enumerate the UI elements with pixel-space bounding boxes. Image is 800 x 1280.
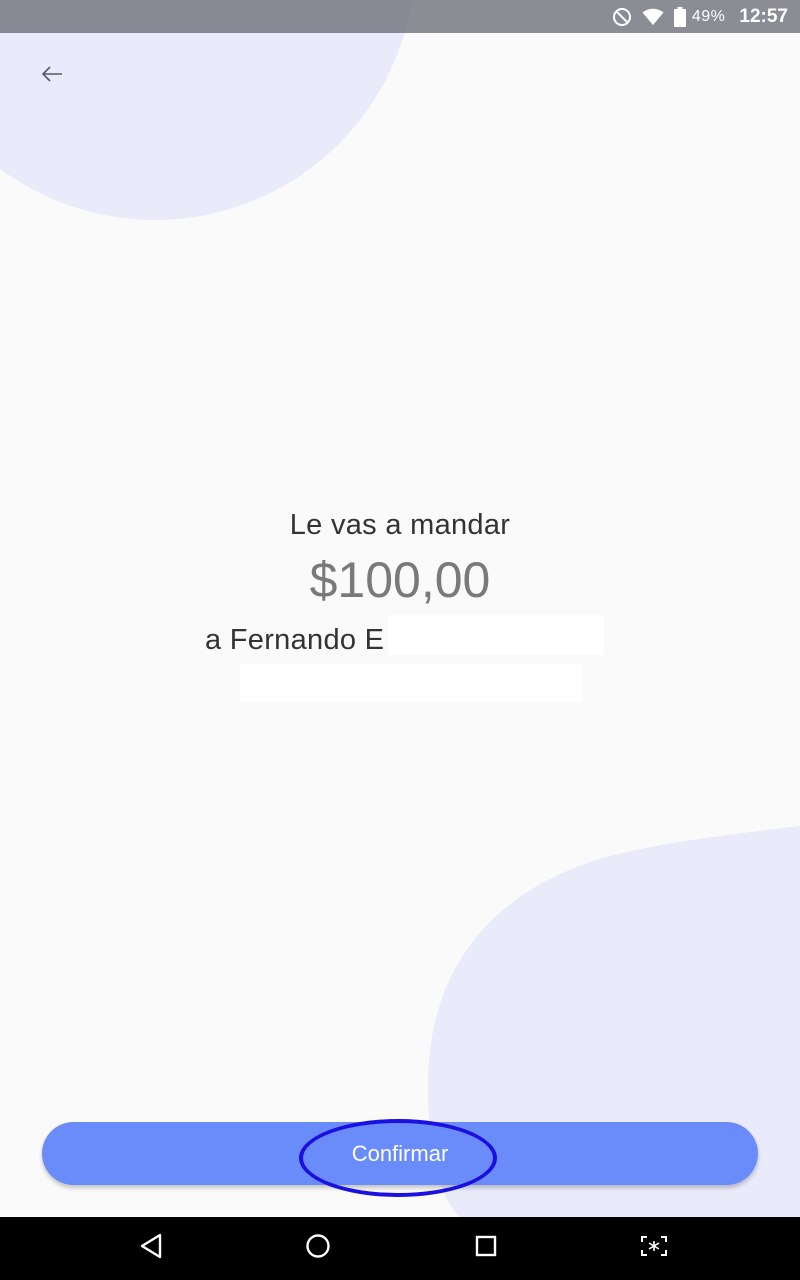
transfer-summary: Le vas a mandar $100,00 a Fernando E [0,500,800,702]
do-not-disturb-icon [612,7,632,27]
status-clock: 12:57 [739,5,788,27]
redacted-recipient-surname [388,615,604,655]
back-button[interactable] [30,56,74,96]
transfer-confirmation-screen: 49% 12:57 Le vas a mandar $100,00 a Fern… [0,0,800,1280]
back-triangle-icon [139,1233,163,1264]
nav-home-button[interactable] [278,1217,358,1280]
confirm-button[interactable]: Confirmar [42,1122,758,1185]
nav-back-button[interactable] [111,1217,191,1280]
transfer-amount: $100,00 [309,552,491,608]
screenshot-icon [641,1236,667,1261]
status-bar: 49% 12:57 [0,0,800,33]
nav-recents-button[interactable] [446,1217,526,1280]
battery-percent: 49% [691,7,726,25]
transfer-heading: Le vas a mandar [289,509,511,541]
confirm-button-label: Confirmar [351,1140,449,1166]
navigation-bar [0,1217,800,1280]
redacted-recipient-detail [240,664,582,702]
wifi-icon [642,8,664,26]
recents-square-icon [475,1235,497,1262]
battery-icon [673,6,686,27]
nav-screenshot-button[interactable] [614,1217,694,1280]
arrow-left-icon [41,65,63,88]
recipient-name: a Fernando E [205,624,385,656]
home-circle-icon [305,1233,331,1264]
